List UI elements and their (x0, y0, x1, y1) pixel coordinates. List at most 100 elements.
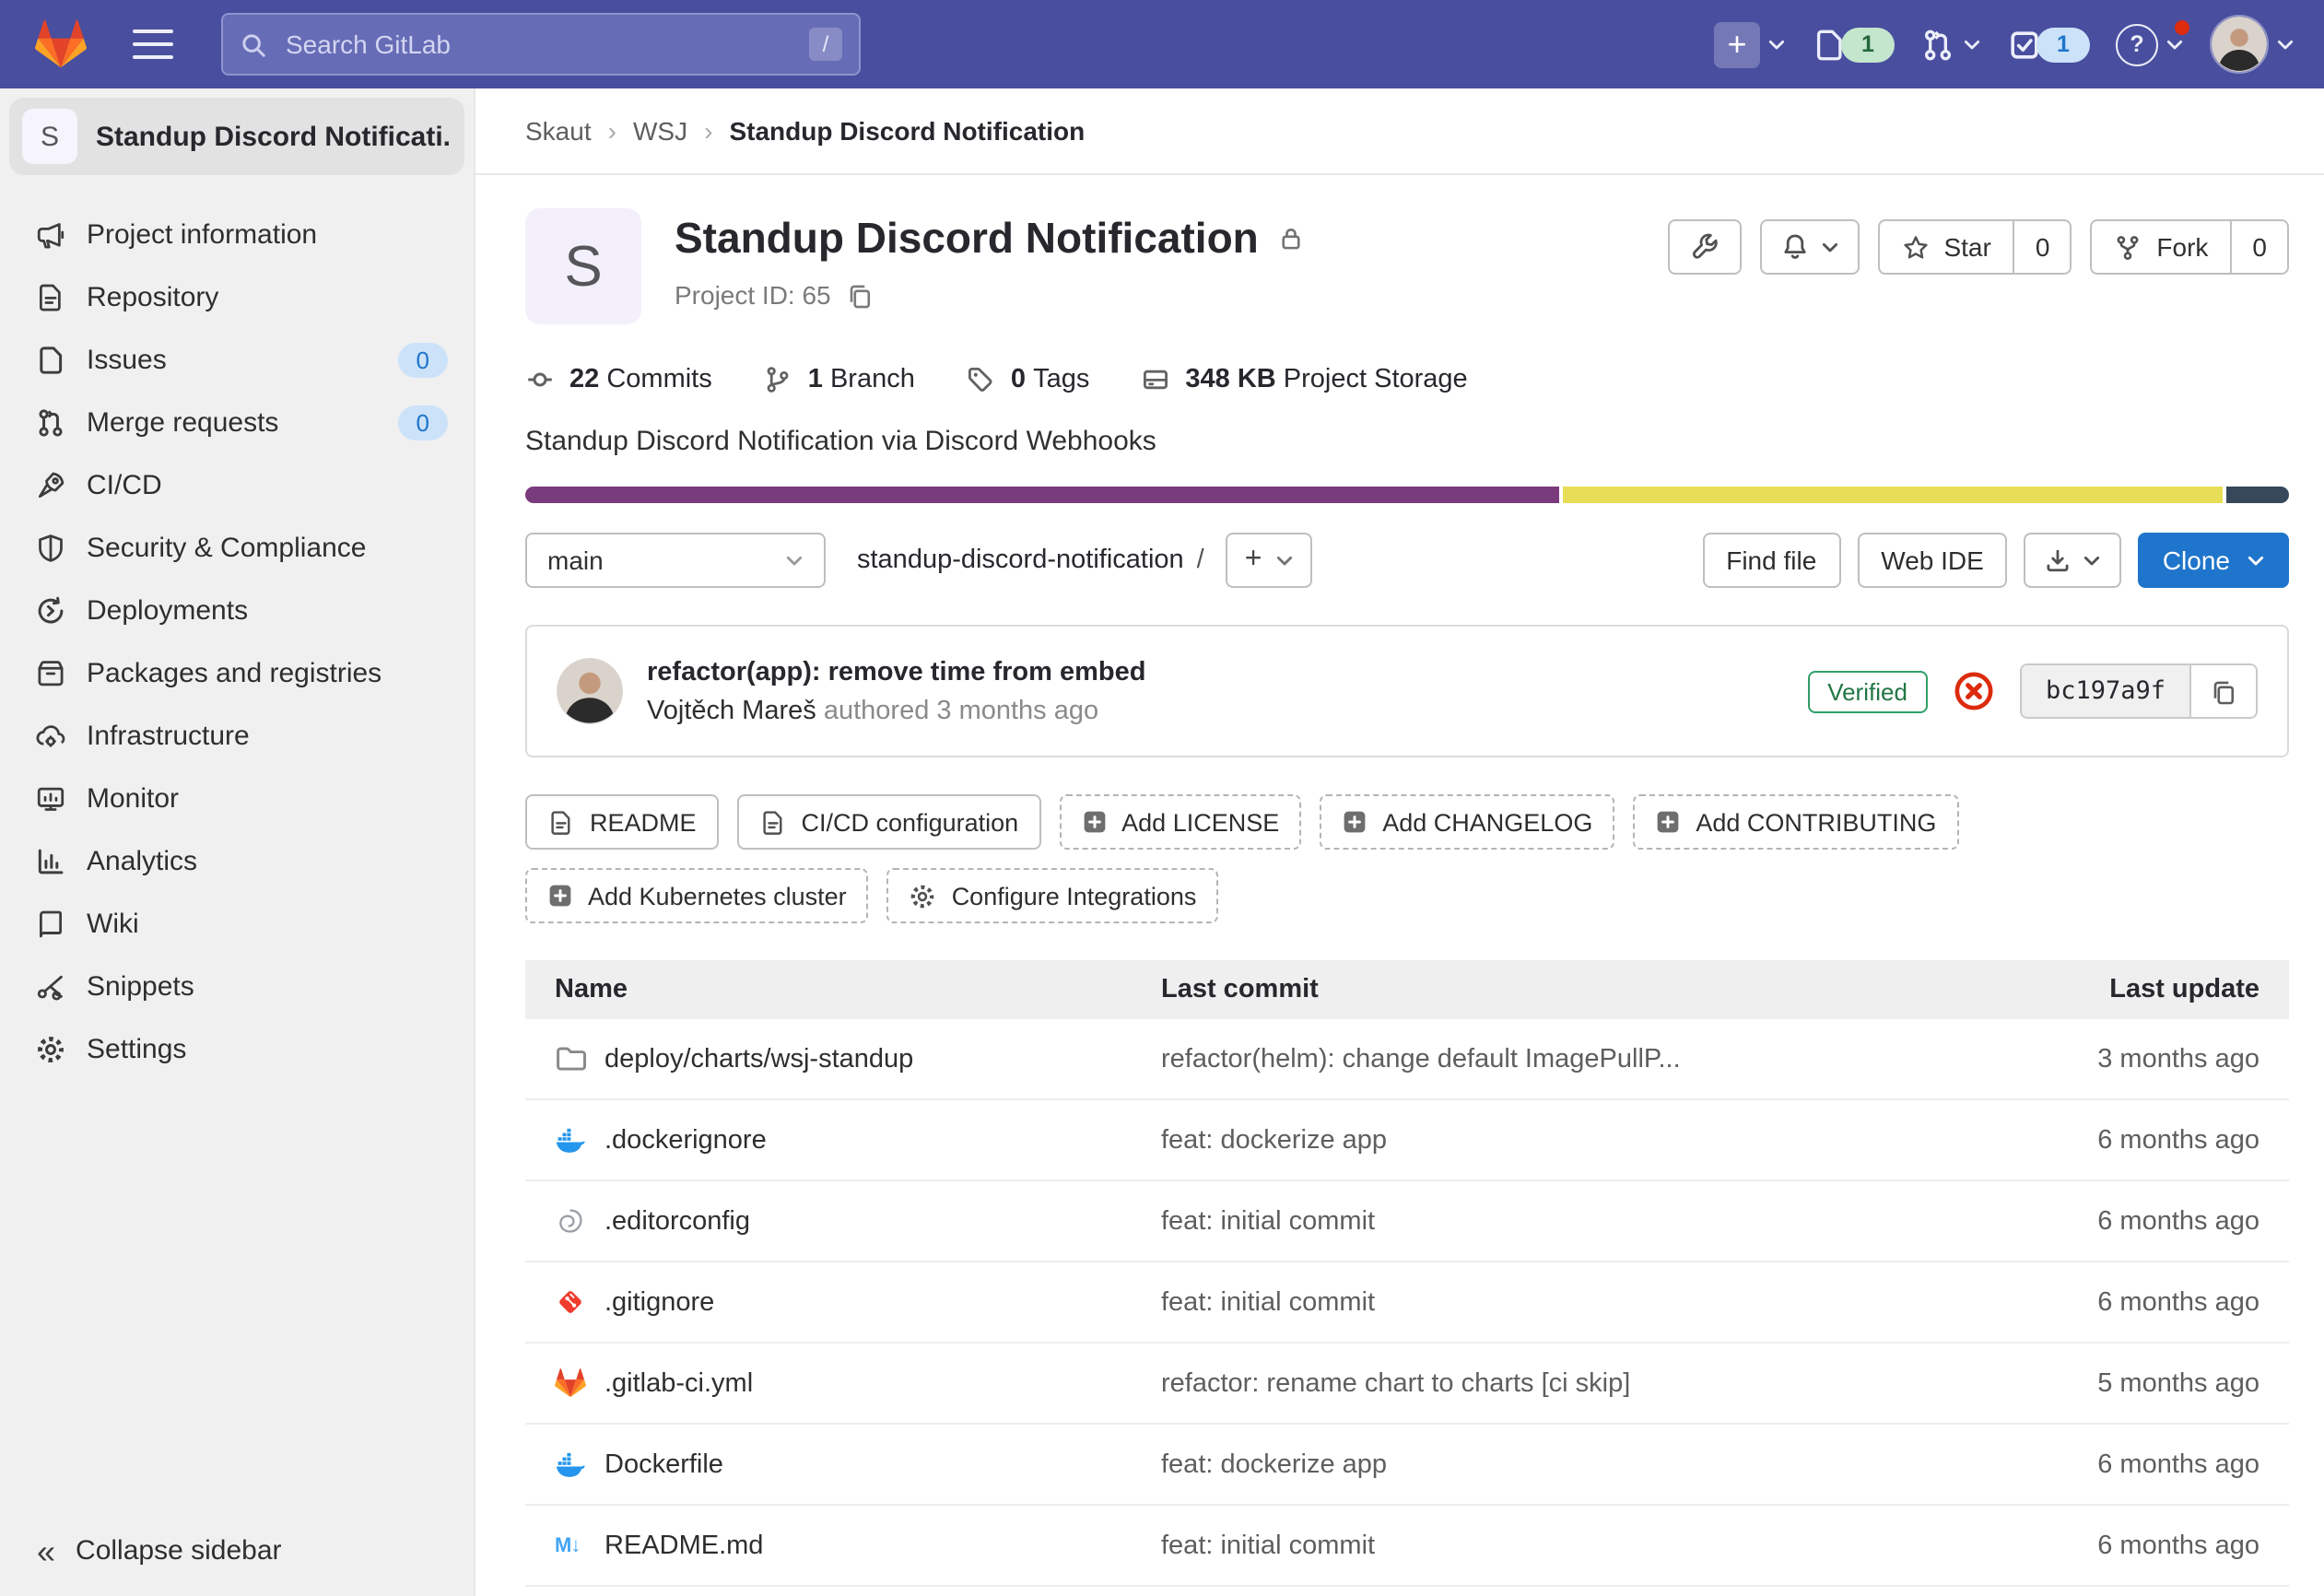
cicd-configuration-button[interactable]: CI/CD configuration (737, 794, 1041, 850)
chevron-down-icon (2166, 38, 2184, 51)
table-row[interactable]: Dockerfile feat: dockerize app 6 months … (525, 1425, 2289, 1506)
file-name[interactable]: deploy/charts/wsj-standup (604, 1044, 913, 1074)
table-row[interactable]: .dockerignore feat: dockerize app 6 mont… (525, 1100, 2289, 1181)
readme-button[interactable]: README (525, 794, 719, 850)
fork-button[interactable]: Fork 0 (2090, 219, 2289, 275)
sidebar-item-security-compliance[interactable]: Security & Compliance (0, 516, 474, 579)
sidebar-item-snippets[interactable]: Snippets (0, 955, 474, 1017)
sidebar-item-merge-requests[interactable]: Merge requests 0 (0, 391, 474, 453)
commit-message-link[interactable]: feat: initial commit (1161, 1531, 2013, 1560)
sidebar-item-wiki[interactable]: Wiki (0, 892, 474, 955)
column-header-name: Name (525, 975, 1161, 1004)
file-name[interactable]: .gitlab-ci.yml (604, 1368, 753, 1398)
branch-selector[interactable]: main (525, 533, 826, 588)
sidebar-item-label: Issues (87, 344, 167, 375)
plus-square-icon (1342, 809, 1367, 835)
repo-path-root[interactable]: standup-discord-notification (857, 546, 1184, 575)
sidebar-item-monitor[interactable]: Monitor (0, 767, 474, 829)
sidebar-item-infrastructure[interactable]: Infrastructure (0, 704, 474, 767)
file-name[interactable]: README.md (604, 1531, 763, 1560)
storage-stat[interactable]: 348 KB Project Storage (1141, 365, 1467, 394)
breadcrumb: Skaut › WSJ › Standup Discord Notificati… (475, 88, 2324, 175)
sidebar-item-settings[interactable]: Settings (0, 1017, 474, 1080)
find-file-button[interactable]: Find file (1702, 533, 1840, 588)
configure-integrations-button[interactable]: Configure Integrations (887, 868, 1219, 923)
settings-wrench-button[interactable] (1667, 219, 1741, 275)
gitlab-logo-icon[interactable] (33, 18, 88, 70)
file-table-header: Name Last commit Last update (525, 960, 2289, 1019)
sidebar-item-project-information[interactable]: Project information (0, 203, 474, 265)
add-file-button[interactable]: + (1227, 533, 1312, 588)
commit-message-link[interactable]: refactor: rename chart to charts [ci ski… (1161, 1368, 2013, 1398)
file-name[interactable]: Dockerfile (604, 1449, 723, 1479)
sidebar-item-repository[interactable]: Repository (0, 265, 474, 328)
sidebar-item-cicd[interactable]: CI/CD (0, 453, 474, 516)
global-search[interactable]: / (221, 13, 861, 76)
sidebar-item-issues[interactable]: Issues 0 (0, 328, 474, 391)
book-icon (35, 908, 66, 939)
star-icon (1901, 233, 1929, 261)
table-row[interactable]: .gitlab-ci.yml refactor: rename chart to… (525, 1344, 2289, 1425)
collapse-sidebar-button[interactable]: « Collapse sidebar (0, 1506, 474, 1596)
issues-count-pill: 0 (398, 342, 448, 377)
notification-dot (2175, 19, 2189, 34)
pipeline-failed-icon[interactable] (1954, 671, 1994, 711)
user-avatar (2210, 15, 2269, 74)
breadcrumb-group[interactable]: Skaut (525, 116, 592, 146)
docker-icon (555, 1449, 586, 1480)
todos-button[interactable]: 1 (2007, 27, 2090, 62)
copy-sha-button[interactable] (2191, 665, 2256, 717)
breadcrumb-subgroup[interactable]: WSJ (633, 116, 687, 146)
notifications-button[interactable] (1759, 219, 1859, 275)
tags-stat[interactable]: 0 Tags (967, 365, 1090, 394)
user-menu-button[interactable] (2210, 15, 2295, 74)
table-row[interactable]: M↓ README.md feat: initial commit 6 mont… (525, 1506, 2289, 1587)
sidebar-project-context[interactable]: S Standup Discord Notificati... (9, 98, 464, 175)
commit-message-link[interactable]: feat: initial commit (1161, 1206, 2013, 1236)
verified-badge[interactable]: Verified (1807, 670, 1928, 712)
commits-stat[interactable]: 22 Commits (525, 365, 712, 394)
help-menu-button[interactable]: ? (2116, 23, 2184, 65)
breadcrumb-current[interactable]: Standup Discord Notification (729, 116, 1085, 146)
sidebar-item-analytics[interactable]: Analytics (0, 829, 474, 892)
issues-menu-button[interactable]: 1 (1812, 27, 1895, 62)
commit-author-avatar[interactable] (557, 658, 623, 724)
commit-message-link[interactable]: feat: dockerize app (1161, 1449, 2013, 1479)
commit-message-link[interactable]: feat: initial commit (1161, 1287, 2013, 1317)
new-menu-button[interactable]: + (1714, 21, 1786, 67)
add-changelog-button[interactable]: Add CHANGELOG (1320, 794, 1614, 850)
fork-icon (2114, 233, 2142, 261)
fork-count[interactable]: 0 (2232, 221, 2287, 273)
star-count[interactable]: 0 (2015, 221, 2071, 273)
chevron-down-icon (2083, 554, 2102, 567)
search-input[interactable] (282, 28, 794, 61)
branches-stat[interactable]: 1 Branch (764, 365, 915, 394)
plus-square-icon (1081, 809, 1107, 835)
file-name[interactable]: .gitignore (604, 1287, 714, 1317)
add-license-button[interactable]: Add LICENSE (1059, 794, 1301, 850)
table-row[interactable]: deploy/charts/wsj-standup refactor(helm)… (525, 1019, 2289, 1100)
file-name[interactable]: .dockerignore (604, 1125, 767, 1155)
web-ide-button[interactable]: Web IDE (1857, 533, 2008, 588)
table-row[interactable]: .gitignore feat: initial commit 6 months… (525, 1262, 2289, 1344)
plus-icon: + (1714, 21, 1760, 67)
star-label: Star (1943, 232, 1990, 262)
clone-button[interactable]: Clone (2139, 533, 2289, 588)
commit-title[interactable]: refactor(app): remove time from embed (647, 657, 1145, 687)
hamburger-menu-icon[interactable] (133, 29, 173, 59)
merge-requests-menu-button[interactable] (1920, 27, 1981, 62)
file-name[interactable]: .editorconfig (604, 1206, 750, 1236)
commit-author-name[interactable]: Vojtěch Mareš (647, 696, 816, 725)
commit-message-link[interactable]: feat: dockerize app (1161, 1125, 2013, 1155)
sidebar-item-packages-registries[interactable]: Packages and registries (0, 641, 474, 704)
sidebar-item-deployments[interactable]: Deployments (0, 579, 474, 641)
chevron-right-icon: › (608, 116, 616, 146)
language-bar[interactable] (525, 487, 2289, 503)
add-kubernetes-cluster-button[interactable]: Add Kubernetes cluster (525, 868, 869, 923)
copy-icon[interactable] (846, 281, 874, 309)
star-button[interactable]: Star 0 (1877, 219, 2072, 275)
table-row[interactable]: .editorconfig feat: initial commit 6 mon… (525, 1181, 2289, 1262)
add-contributing-button[interactable]: Add CONTRIBUTING (1633, 794, 1958, 850)
commit-message-link[interactable]: refactor(helm): change default ImagePull… (1161, 1044, 2013, 1074)
download-button[interactable] (2025, 533, 2122, 588)
